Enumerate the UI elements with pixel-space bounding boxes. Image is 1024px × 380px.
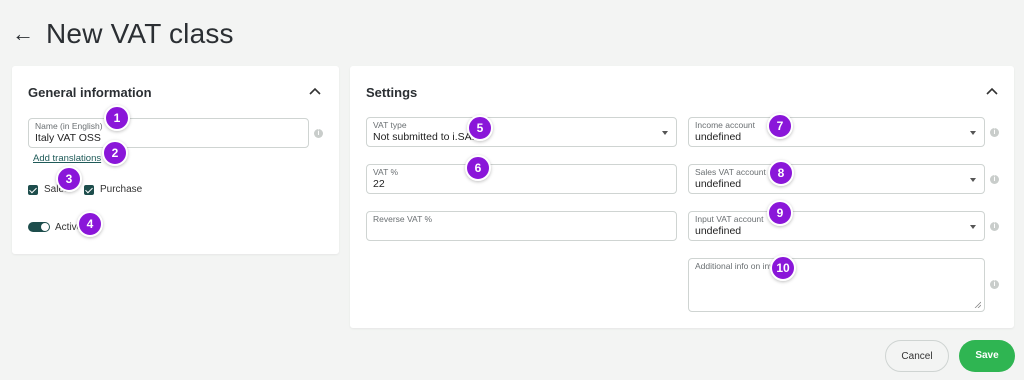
input-vat-account-label: Input VAT account	[695, 214, 764, 224]
purchase-checkbox-label: Purchase	[100, 184, 143, 195]
income-account-label: Income account	[695, 120, 756, 130]
additional-info-textarea[interactable]: Additional info on invoice	[688, 258, 985, 312]
page-header: ← New VAT class	[12, 14, 234, 54]
callout-badge-7: 7	[767, 113, 793, 139]
resize-handle-icon[interactable]	[974, 301, 981, 308]
callout-badge-5: 5	[467, 115, 493, 141]
arrow-left-icon[interactable]: ←	[12, 23, 34, 45]
active-toggle-knob	[41, 223, 49, 231]
cancel-button[interactable]: Cancel	[885, 340, 949, 372]
callout-badge-10: 10	[770, 255, 796, 281]
general-information-card: General information Name (in English) It…	[12, 66, 339, 254]
callout-badge-3: 3	[56, 166, 82, 192]
name-field[interactable]: Name (in English) Italy VAT OSS	[28, 118, 309, 148]
name-field-label: Name (in English)	[35, 121, 103, 131]
callout-badge-8: 8	[768, 160, 794, 186]
add-translations-link[interactable]: Add translations	[33, 153, 101, 164]
callout-badge-6: 6	[465, 155, 491, 181]
sales-checkbox[interactable]	[28, 184, 38, 195]
purchase-checkbox-row[interactable]: Purchase	[84, 184, 142, 195]
vat-percent-value[interactable]: 22	[373, 178, 385, 190]
sales-vat-account-info-icon[interactable]: i	[990, 175, 999, 184]
input-vat-account-value[interactable]: undefined	[695, 225, 741, 237]
callout-badge-9: 9	[767, 200, 793, 226]
chevron-up-icon[interactable]	[307, 83, 323, 99]
input-vat-account-info-icon[interactable]: i	[990, 222, 999, 231]
chevron-up-icon[interactable]	[984, 83, 1000, 99]
income-account-select[interactable]: Income account undefined	[688, 117, 985, 147]
general-information-title: General information	[28, 85, 152, 100]
name-field-value[interactable]: Italy VAT OSS	[35, 132, 101, 144]
sales-vat-account-label: Sales VAT account	[695, 167, 766, 177]
reverse-vat-field[interactable]: Reverse VAT %	[366, 211, 677, 241]
vat-type-select[interactable]: VAT type Not submitted to i.SA.	[366, 117, 677, 147]
dropdown-caret-icon[interactable]	[970, 131, 976, 135]
vat-type-label: VAT type	[373, 120, 407, 130]
reverse-vat-label: Reverse VAT %	[373, 214, 433, 224]
settings-title: Settings	[366, 85, 418, 100]
vat-percent-field[interactable]: VAT % 22	[366, 164, 677, 194]
income-account-value[interactable]: undefined	[695, 131, 741, 143]
vat-percent-label: VAT %	[373, 167, 399, 177]
save-button[interactable]: Save	[959, 340, 1015, 372]
active-toggle[interactable]	[28, 222, 50, 232]
sales-vat-account-value[interactable]: undefined	[695, 178, 741, 190]
callout-badge-4: 4	[77, 211, 103, 237]
purchase-checkbox[interactable]	[84, 184, 94, 195]
callout-badge-1: 1	[104, 105, 130, 131]
dropdown-caret-icon[interactable]	[970, 225, 976, 229]
vat-type-value[interactable]: Not submitted to i.SA.	[373, 131, 475, 143]
name-info-icon[interactable]: i	[314, 129, 323, 138]
additional-info-info-icon[interactable]: i	[990, 280, 999, 289]
page-title: New VAT class	[46, 18, 234, 49]
settings-card: Settings VAT type Not submitted to i.SA.…	[350, 66, 1014, 328]
sales-vat-account-select[interactable]: Sales VAT account undefined	[688, 164, 985, 194]
income-account-info-icon[interactable]: i	[990, 128, 999, 137]
callout-badge-2: 2	[102, 140, 128, 166]
dropdown-caret-icon[interactable]	[970, 178, 976, 182]
dropdown-caret-icon[interactable]	[662, 131, 668, 135]
input-vat-account-select[interactable]: Input VAT account undefined	[688, 211, 985, 241]
